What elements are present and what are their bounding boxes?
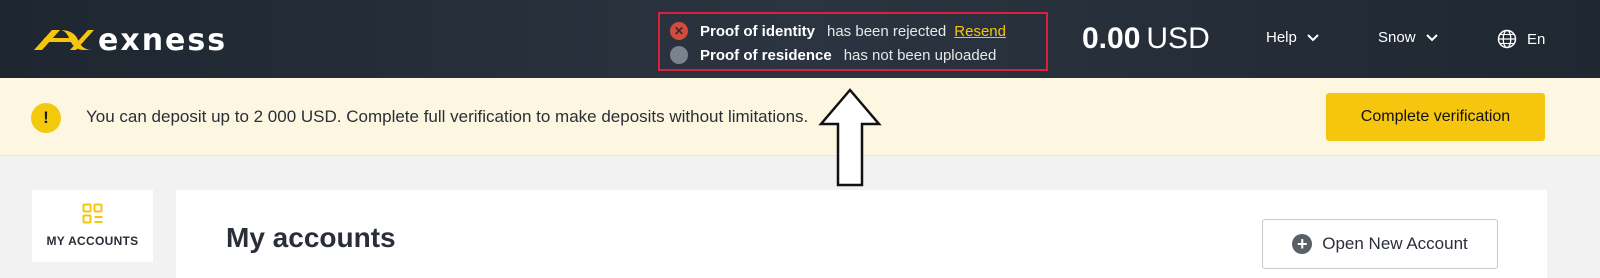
exness-logo-icon — [34, 30, 94, 50]
plus-circle-icon: + — [1292, 234, 1313, 254]
balance-amount: 0.00 — [1082, 22, 1141, 55]
open-new-account-button[interactable]: + Open New Account — [1262, 219, 1498, 269]
globe-icon — [1497, 29, 1517, 49]
exness-logo[interactable]: exness — [30, 22, 228, 58]
account-balance[interactable]: 0.00 USD — [1082, 22, 1210, 56]
sidebar-item-label: MY ACCOUNTS — [46, 234, 139, 248]
open-new-account-label: Open New Account — [1322, 234, 1468, 253]
page-title: My accounts — [226, 222, 396, 253]
verification-row-residence: Proof of residence has not been uploaded — [670, 43, 1046, 67]
help-menu[interactable]: Help — [1266, 29, 1321, 46]
identity-status: has been rejected — [827, 22, 947, 40]
verification-status-box: ✕ Proof of identity has been rejected Re… — [658, 12, 1048, 71]
deposit-limit-banner: ! You can deposit up to 2 000 USD. Compl… — [0, 78, 1600, 156]
balance-currency: USD — [1146, 22, 1210, 55]
annotation-arrow-icon — [818, 88, 882, 187]
accounts-panel: My accounts + Open New Account — [176, 190, 1547, 278]
verification-row-identity: ✕ Proof of identity has been rejected Re… — [670, 19, 1046, 43]
residence-status: has not been uploaded — [843, 46, 997, 64]
sidebar-item-my-accounts[interactable]: MY ACCOUNTS — [32, 190, 153, 262]
top-header: exness ✕ Proof of identity has been reje… — [0, 0, 1600, 78]
user-name: Snow — [1378, 29, 1416, 46]
help-label: Help — [1266, 29, 1297, 46]
resend-link[interactable]: Resend — [954, 23, 1006, 40]
accounts-grid-icon — [82, 203, 102, 224]
residence-label: Proof of residence — [700, 46, 832, 64]
warning-icon: ! — [31, 103, 61, 133]
pending-icon — [670, 46, 688, 64]
chevron-down-icon — [1307, 33, 1319, 41]
language-label: En — [1527, 30, 1546, 48]
logo-text: exness — [98, 22, 228, 58]
rejected-icon: ✕ — [670, 22, 688, 40]
language-selector[interactable]: En — [1497, 29, 1545, 49]
notice-text: You can deposit up to 2 000 USD. Complet… — [86, 107, 809, 126]
user-menu[interactable]: Snow — [1378, 29, 1440, 46]
identity-label: Proof of identity — [700, 22, 815, 40]
chevron-down-icon — [1425, 33, 1438, 41]
complete-verification-button[interactable]: Complete verification — [1326, 93, 1545, 141]
